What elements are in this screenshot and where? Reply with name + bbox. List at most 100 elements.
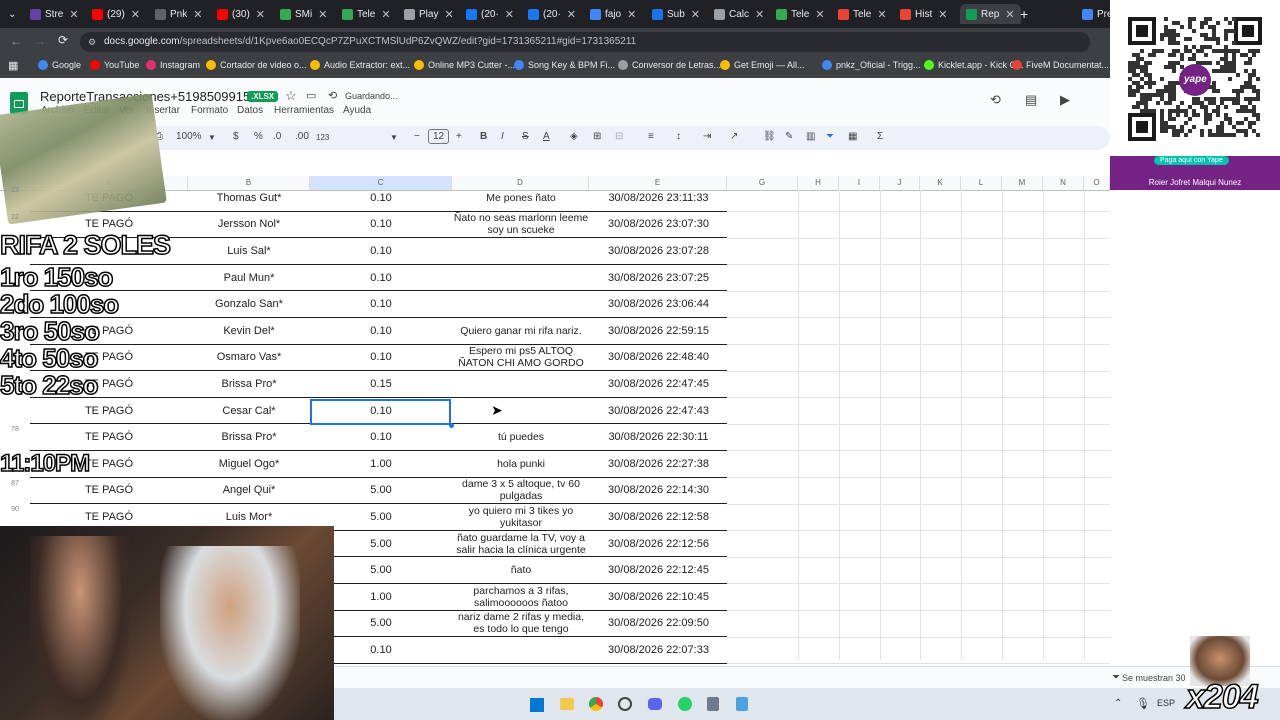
table-cell[interactable]: Ñato no seas marlonn leeme soy un scueke	[452, 212, 590, 238]
insert-link-icon[interactable]: ⛓	[763, 131, 776, 142]
back-icon[interactable]: ←	[10, 34, 22, 48]
table-cell[interactable]: 30/08/2026 22:10:45	[590, 584, 727, 610]
align-horizontal-icon[interactable]: ≡	[648, 131, 654, 142]
column-header[interactable]: H	[798, 176, 839, 190]
bookmark-item[interactable]: Instagram	[146, 60, 200, 70]
tab-close-icon[interactable]: ✕	[938, 8, 947, 21]
insert-chart-icon[interactable]: ▥	[806, 131, 815, 142]
column-header[interactable]: O	[1084, 176, 1110, 190]
browser-tab[interactable]: Pnk ✕	[155, 4, 202, 24]
table-cell[interactable]: 30/08/2026 22:07:33	[590, 637, 727, 663]
notepad-icon[interactable]	[736, 697, 748, 711]
menu-item[interactable]: Ayuda	[343, 105, 371, 116]
font-dropdown-icon[interactable]: ▼	[390, 133, 398, 142]
move-folder-icon[interactable]: ▭	[306, 89, 316, 102]
row-number[interactable]: 13	[0, 187, 30, 194]
currency-format-button[interactable]: $	[233, 131, 239, 142]
browser-tab[interactable]: Calc ✕	[714, 4, 764, 24]
menu-item[interactable]: Datos	[237, 105, 263, 116]
menu-item[interactable]: Herramientas	[274, 105, 334, 116]
font-size-input[interactable]: 12	[428, 129, 450, 144]
functions-icon[interactable]: Σ	[877, 131, 883, 142]
table-cell[interactable]: Thomas Gut*	[188, 185, 310, 211]
table-cell[interactable]: TE PAGÓ	[30, 398, 188, 424]
column-header[interactable]: N	[1043, 176, 1084, 190]
table-cell[interactable]: Osmaro Vas*	[188, 345, 310, 371]
browser-tab[interactable]: Tele ✕	[776, 4, 825, 24]
bookmark-item[interactable]: Kicklet.app - Kick C...	[924, 60, 1024, 70]
table-cell[interactable]: TE PAGÓ	[30, 424, 188, 450]
bookmark-item[interactable]: YouTube	[90, 60, 139, 70]
table-cell[interactable]: parchamos a 3 rifas, salimoooooos ñatoo	[452, 584, 590, 610]
bookmark-item[interactable]: Audio Extractor: ext...	[310, 60, 410, 70]
increase-decimal-button[interactable]: .00	[295, 131, 309, 142]
table-cell[interactable]: 30/08/2026 23:06:44	[590, 291, 727, 317]
column-header[interactable]: M	[1002, 176, 1043, 190]
table-cell[interactable]: 30/08/2026 22:59:15	[590, 318, 727, 344]
table-cell[interactable]: 30/08/2026 22:27:38	[590, 451, 727, 477]
table-cell[interactable]: 0.10	[310, 318, 452, 344]
table-cell[interactable]	[452, 371, 590, 397]
column-header[interactable]: I	[839, 176, 880, 190]
table-cell[interactable]: 0.10	[310, 212, 452, 238]
table-cell[interactable]: tú puedes	[452, 424, 590, 450]
table-cell[interactable]	[452, 398, 590, 424]
bookmark-item[interactable]: Online MP3 Cutter -...	[414, 60, 515, 70]
table-cell[interactable]: Jersson Nol*	[188, 212, 310, 238]
table-cell[interactable]: 30/08/2026 22:48:40	[590, 345, 727, 371]
tab-search-icon[interactable]: ⌄	[8, 4, 16, 24]
number-format-button[interactable]: 123	[316, 133, 329, 142]
obs-icon[interactable]	[618, 697, 632, 711]
fill-handle[interactable]	[449, 423, 454, 428]
site-info-icon[interactable]: ⚙	[88, 32, 96, 52]
tab-close-icon[interactable]: ✕	[131, 8, 140, 21]
table-cell[interactable]: Espero mi ps5 ALTOQ ÑATON CHI AMO GORDO	[452, 345, 590, 371]
table-cell[interactable]	[452, 637, 590, 663]
filter-icon[interactable]: ⏷	[826, 131, 834, 142]
tab-close-icon[interactable]: ✕	[1005, 8, 1014, 21]
new-tab-icon[interactable]: +	[1020, 4, 1028, 24]
table-cell[interactable]: Luis Sal*	[188, 238, 310, 264]
font-size-decrease[interactable]: −	[414, 131, 420, 142]
browser-tab[interactable]: fajo ✕	[590, 4, 636, 24]
table-cell[interactable]: 30/08/2026 22:09:50	[590, 611, 727, 637]
table-cell[interactable]: 0.10	[310, 265, 452, 291]
table-cell[interactable]: hola punki	[452, 451, 590, 477]
browser-tab[interactable]: (20· ✕	[528, 4, 576, 24]
percent-format-button[interactable]: %	[254, 131, 263, 142]
tab-close-icon[interactable]: ✕	[877, 8, 886, 21]
text-wrap-icon[interactable]: ⇥	[703, 131, 711, 142]
tab-close-icon[interactable]: ✕	[256, 8, 265, 21]
history-icon[interactable]: ⟲	[990, 92, 1001, 108]
table-cell[interactable]: ñato guardame la TV, voy a salir hacia l…	[452, 531, 590, 557]
browser-tab[interactable]: Tele ✕	[838, 4, 887, 24]
browser-tab[interactable]: Stre ✕	[30, 4, 79, 24]
meet-icon[interactable]: ▶	[1060, 92, 1070, 108]
browser-tab[interactable]: Play ✕	[404, 4, 454, 24]
row-number[interactable]: 90	[0, 506, 30, 513]
star-icon[interactable]: ☆	[285, 88, 297, 104]
table-cell[interactable]: Cesar Cal*	[188, 398, 310, 424]
tab-close-icon[interactable]: ✕	[627, 8, 636, 21]
table-cell[interactable]: 30/08/2026 22:30:11	[590, 424, 727, 450]
browser-tab[interactable]: (30) ✕	[217, 4, 265, 24]
table-cell[interactable]: 30/08/2026 23:07:28	[590, 238, 727, 264]
tab-close-icon[interactable]: ✕	[505, 8, 514, 21]
table-cell[interactable]: 30/08/2026 23:07:30	[590, 212, 727, 238]
forward-icon[interactable]: →	[34, 34, 46, 48]
bookmark-item[interactable]: Google	[38, 60, 81, 70]
table-cell[interactable]: Brissa Pro*	[188, 424, 310, 450]
table-cell[interactable]: nariz dame 2 rifas y media, es todo lo q…	[452, 611, 590, 637]
table-cell[interactable]: yo quiero mi 3 tikes yo yukitasor	[452, 504, 590, 530]
tab-close-icon[interactable]: ✕	[567, 8, 576, 21]
table-cell[interactable]: 30/08/2026 22:12:58	[590, 504, 727, 530]
table-cell[interactable]: TE PAGÓ	[30, 478, 188, 504]
browser-tab[interactable]: Hist ✕	[900, 4, 947, 24]
tab-close-icon[interactable]: ✕	[69, 8, 78, 21]
zoom-select[interactable]: 100%	[176, 131, 202, 142]
chrome-icon[interactable]	[589, 697, 603, 711]
zoom-dropdown-icon[interactable]: ▼	[208, 133, 216, 142]
table-cell[interactable]: 0.10	[310, 424, 452, 450]
bookmark-item[interactable]: FiveM Documentat...	[1012, 60, 1109, 70]
calculator-icon[interactable]	[707, 697, 719, 711]
